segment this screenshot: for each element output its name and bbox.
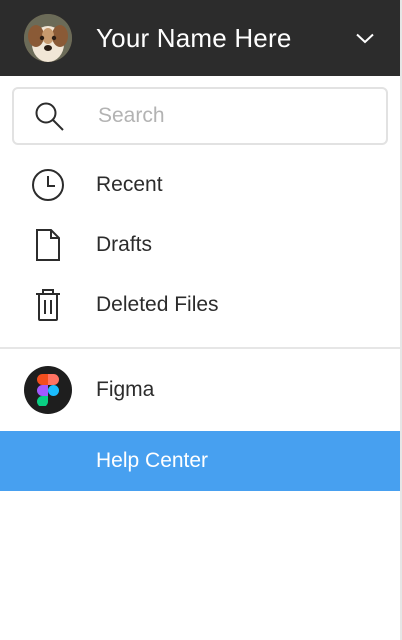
nav-list: Recent Drafts Deleted Files xyxy=(0,155,400,335)
search-box[interactable] xyxy=(12,87,388,145)
search-input[interactable] xyxy=(96,103,350,129)
help-center-label: Help Center xyxy=(96,449,209,472)
file-icon xyxy=(30,227,66,263)
trash-icon xyxy=(30,287,66,323)
figma-logo-icon xyxy=(24,366,72,414)
search-icon xyxy=(32,99,66,133)
clock-icon xyxy=(30,167,66,203)
org-name: Figma xyxy=(96,378,155,401)
nav-item-label: Drafts xyxy=(96,233,153,256)
nav-item-label: Deleted Files xyxy=(96,293,219,316)
nav-item-drafts[interactable]: Drafts xyxy=(0,215,400,275)
avatar[interactable] xyxy=(24,14,72,62)
user-name: Your Name Here xyxy=(96,22,292,53)
help-center-item[interactable]: Help Center xyxy=(0,431,400,491)
chevron-down-icon[interactable] xyxy=(354,27,376,49)
nav-item-deleted-files[interactable]: Deleted Files xyxy=(0,275,400,335)
avatar-image-icon xyxy=(24,14,72,62)
user-menu-header[interactable]: Your Name Here xyxy=(0,0,400,76)
org-item-figma[interactable]: Figma xyxy=(0,349,400,431)
nav-item-label: Recent xyxy=(96,173,163,196)
nav-item-recent[interactable]: Recent xyxy=(0,155,400,215)
sidebar: Your Name Here Recent xyxy=(0,0,402,640)
